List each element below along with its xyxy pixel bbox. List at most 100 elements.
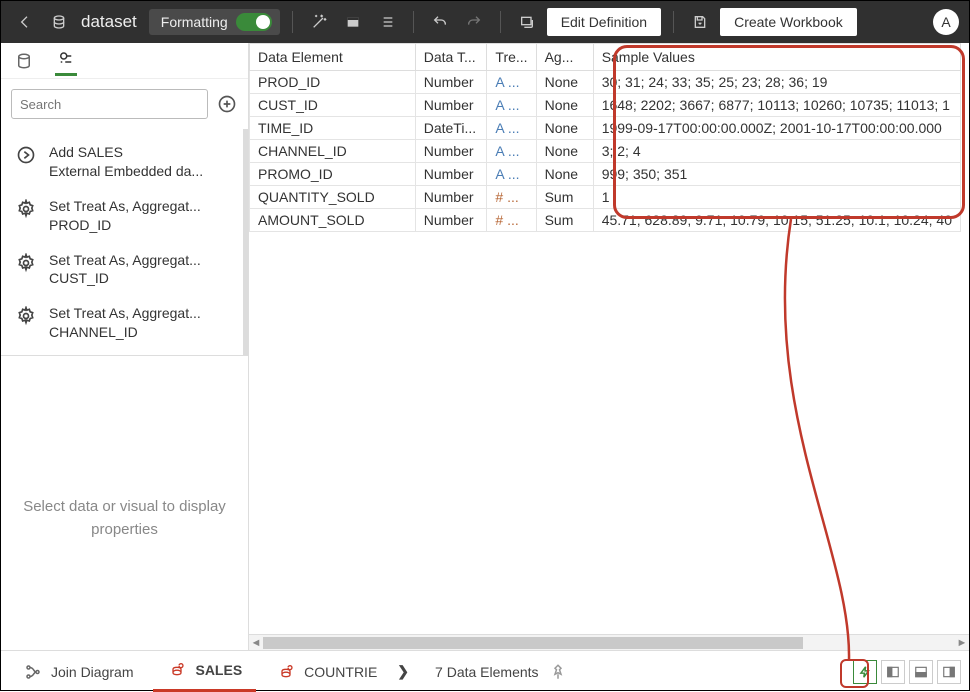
step-title: Set Treat As, Aggregat... — [49, 251, 201, 270]
pin-icon[interactable] — [549, 663, 567, 681]
cell-treatas: # ... — [487, 186, 536, 209]
cell-agg: None — [536, 117, 593, 140]
step-title: Add SALES — [49, 143, 203, 162]
prep-step[interactable]: Add SALESExternal Embedded da... — [1, 135, 243, 189]
divider — [673, 11, 674, 33]
cell-agg: Sum — [536, 209, 593, 232]
cell-sample: 45.71; 628.89; 9.71; 10.79; 10.15; 51.25… — [593, 209, 960, 232]
footer-tabs: Join Diagram SALES COUNTRIE ❯ 7 Data Ele… — [1, 650, 969, 692]
next-tab-chevron-icon[interactable]: ❯ — [397, 663, 409, 680]
cell-agg: None — [536, 163, 593, 186]
table-view-icon[interactable] — [339, 8, 367, 36]
column-header[interactable]: Sample Values — [593, 44, 960, 71]
formatting-toggle[interactable] — [236, 13, 272, 31]
back-button[interactable] — [11, 8, 39, 36]
data-grid-panel: Data ElementData T...Tre...Ag...Sample V… — [249, 43, 969, 650]
wand-icon[interactable] — [305, 8, 333, 36]
dataset-title: dataset — [81, 12, 137, 32]
add-step-button[interactable] — [216, 93, 238, 115]
quality-insights-button[interactable] — [853, 660, 877, 684]
cell-agg: None — [536, 140, 593, 163]
step-subtitle: CHANNEL_ID — [49, 323, 201, 342]
cell-treatas: A ... — [487, 140, 536, 163]
cell-sample: 1 — [593, 186, 960, 209]
cell-element: AMOUNT_SOLD — [250, 209, 416, 232]
prep-step[interactable]: Set Treat As, Aggregat...CUST_ID — [1, 243, 243, 297]
join-diagram-tab[interactable]: Join Diagram — [9, 651, 147, 692]
cell-treatas: A ... — [487, 71, 536, 94]
cell-sample: 30; 31; 24; 33; 35; 25; 23; 28; 36; 19 — [593, 71, 960, 94]
step-title: Set Treat As, Aggregat... — [49, 304, 201, 323]
search-input[interactable] — [11, 89, 208, 119]
tab-sales-label: SALES — [195, 662, 242, 678]
tab-countries-label: COUNTRIE — [304, 664, 377, 680]
cell-treatas: A ... — [487, 94, 536, 117]
cell-datatype: Number — [415, 186, 487, 209]
gear-icon — [15, 251, 37, 289]
cell-sample: 999; 350; 351 — [593, 163, 960, 186]
step-title: Set Treat As, Aggregat... — [49, 197, 201, 216]
cell-agg: Sum — [536, 186, 593, 209]
cell-datatype: Number — [415, 140, 487, 163]
table-row[interactable]: QUANTITY_SOLDNumber# ...Sum1 — [250, 186, 961, 209]
divider — [413, 11, 414, 33]
app-header: dataset Formatting Edit Definition Creat… — [1, 1, 969, 43]
cell-datatype: Number — [415, 209, 487, 232]
tab-countries[interactable]: COUNTRIE — [262, 651, 391, 692]
undo-button[interactable] — [426, 8, 454, 36]
table-row[interactable]: AMOUNT_SOLDNumber# ...Sum45.71; 628.89; … — [250, 209, 961, 232]
formatting-control: Formatting — [149, 9, 280, 35]
step-subtitle: External Embedded da... — [49, 162, 203, 181]
gear-icon — [15, 304, 37, 342]
user-avatar[interactable]: A — [933, 9, 959, 35]
table-row[interactable]: CUST_IDNumberA ...None1648; 2202; 3667; … — [250, 94, 961, 117]
cell-sample: 1999-09-17T00:00:00.000Z; 2001-10-17T00:… — [593, 117, 960, 140]
table-row[interactable]: PROD_IDNumberA ...None30; 31; 24; 33; 35… — [250, 71, 961, 94]
prep-step[interactable]: Set Treat As, Aggregat...PROD_ID — [1, 189, 243, 243]
cell-treatas: A ... — [487, 117, 536, 140]
cell-agg: None — [536, 71, 593, 94]
cell-datatype: DateTi... — [415, 117, 487, 140]
table-row[interactable]: PROMO_IDNumberA ...None999; 350; 351 — [250, 163, 961, 186]
dataset-icon — [45, 8, 73, 36]
layout-bottom-button[interactable] — [909, 660, 933, 684]
table-row[interactable]: TIME_IDDateTi...A ...None1999-09-17T00:0… — [250, 117, 961, 140]
column-header[interactable]: Ag... — [536, 44, 593, 71]
save-menu-button[interactable] — [686, 8, 714, 36]
preview-icon[interactable] — [513, 8, 541, 36]
left-panel: Add SALESExternal Embedded da...Set Trea… — [1, 43, 249, 650]
divider — [292, 11, 293, 33]
steps-tab-icon[interactable] — [55, 46, 77, 76]
redo-button[interactable] — [460, 8, 488, 36]
layout-right-button[interactable] — [937, 660, 961, 684]
cell-agg: None — [536, 94, 593, 117]
edit-definition-button[interactable]: Edit Definition — [547, 8, 661, 36]
cell-element: PROD_ID — [250, 71, 416, 94]
element-count-label: 7 Data Elements — [435, 664, 539, 680]
left-panel-tabs — [1, 43, 248, 79]
cell-element: CHANNEL_ID — [250, 140, 416, 163]
cell-datatype: Number — [415, 71, 487, 94]
cell-datatype: Number — [415, 94, 487, 117]
cell-treatas: # ... — [487, 209, 536, 232]
table-row[interactable]: CHANNEL_IDNumberA ...None3; 2; 4 — [250, 140, 961, 163]
cell-datatype: Number — [415, 163, 487, 186]
arrow-circle-icon — [15, 143, 37, 181]
column-header[interactable]: Data Element — [250, 44, 416, 71]
column-header[interactable]: Data T... — [415, 44, 487, 71]
create-workbook-button[interactable]: Create Workbook — [720, 8, 857, 36]
gear-icon — [15, 197, 37, 235]
prep-step[interactable]: Set Treat As, Aggregat...CHANNEL_ID — [1, 296, 243, 350]
horizontal-scrollbar[interactable]: ◄► — [249, 634, 969, 650]
tab-sales[interactable]: SALES — [153, 651, 256, 692]
divider — [500, 11, 501, 33]
list-view-icon[interactable] — [373, 8, 401, 36]
step-subtitle: PROD_ID — [49, 216, 201, 235]
data-tab-icon[interactable] — [13, 46, 35, 76]
layout-left-button[interactable] — [881, 660, 905, 684]
column-header[interactable]: Tre... — [487, 44, 536, 71]
join-diagram-label: Join Diagram — [51, 664, 133, 680]
cell-sample: 1648; 2202; 3667; 6877; 10113; 10260; 10… — [593, 94, 960, 117]
cell-element: PROMO_ID — [250, 163, 416, 186]
cell-treatas: A ... — [487, 163, 536, 186]
